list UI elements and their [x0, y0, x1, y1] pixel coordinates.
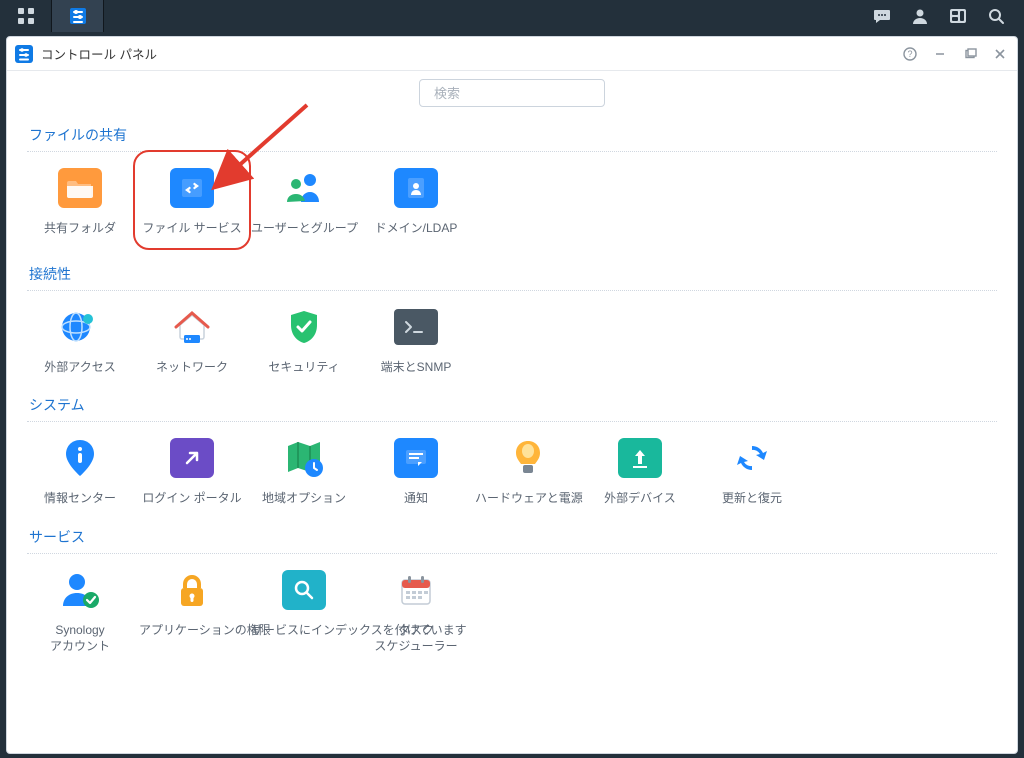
users-icon: [281, 168, 327, 208]
search-input[interactable]: [434, 86, 610, 101]
item-terminal-snmp[interactable]: 端末とSNMP: [363, 299, 469, 375]
grid-services: Synology アカウント アプリケーションの権限 サービスにインデックスを付…: [27, 554, 997, 666]
item-label: 情報センター: [27, 490, 133, 506]
section-file-sharing: ファイルの共有: [27, 117, 997, 152]
taskbar-tray: [872, 0, 1024, 32]
external-link-icon: [181, 447, 203, 469]
window-titlebar: コントロール パネル ?: [7, 37, 1017, 71]
info-pin-icon: [60, 436, 100, 480]
grid-icon: [16, 6, 36, 26]
taskbar-controlpanel-button[interactable]: [52, 0, 104, 32]
item-label: ドメイン/LDAP: [363, 220, 469, 236]
refresh-icon: [732, 438, 772, 478]
item-indexing-service[interactable]: サービスにインデックスを付けています: [251, 562, 357, 654]
search-icon[interactable]: [986, 6, 1006, 26]
item-app-privileges[interactable]: アプリケーションの権限: [139, 562, 245, 654]
item-regional-options[interactable]: 地域オプション: [251, 430, 357, 506]
calendar-icon: [396, 570, 436, 610]
lock-icon: [175, 570, 209, 610]
home-network-icon: [170, 307, 214, 347]
item-external-devices[interactable]: 外部デバイス: [587, 430, 693, 506]
control-panel-window: コントロール パネル ? ファイルの共有 共有フォルダ ファイル サービス: [6, 36, 1018, 754]
globe-icon: [58, 307, 102, 347]
item-label: ログイン ポータル: [139, 490, 245, 506]
taskbar: [0, 0, 1024, 32]
file-transfer-icon: [180, 177, 204, 199]
bulb-icon: [511, 437, 545, 479]
controlpanel-icon: [15, 45, 33, 63]
grid-connectivity: 外部アクセス ネットワーク セキュリティ 端末とSNMP: [27, 291, 997, 387]
section-system: システム: [27, 387, 997, 422]
item-label: 外部アクセス: [27, 359, 133, 375]
item-label: ファイル サービス: [139, 220, 245, 236]
item-label: 共有フォルダ: [27, 220, 133, 236]
item-label: 外部デバイス: [587, 490, 693, 506]
item-label: ネットワーク: [139, 359, 245, 375]
item-update-restore[interactable]: 更新と復元: [699, 430, 805, 506]
grid-system: 情報センター ログイン ポータル 地域オプション 通知 ハードウェアと電源 外部…: [27, 422, 997, 518]
item-login-portal[interactable]: ログイン ポータル: [139, 430, 245, 506]
addressbook-icon: [406, 176, 426, 200]
item-label: 端末とSNMP: [363, 359, 469, 375]
item-security[interactable]: セキュリティ: [251, 299, 357, 375]
item-label: Synology アカウント: [27, 622, 133, 654]
chat-icon[interactable]: [872, 6, 892, 26]
upload-icon: [629, 446, 651, 470]
item-label: タスク スケジューラー: [363, 622, 469, 654]
item-info-center[interactable]: 情報センター: [27, 430, 133, 506]
item-label: ユーザーとグループ: [251, 220, 357, 236]
search-box[interactable]: [419, 79, 605, 107]
section-connectivity: 接続性: [27, 256, 997, 291]
magnifier-icon: [293, 579, 315, 601]
section-services: サービス: [27, 519, 997, 554]
user-icon[interactable]: [910, 6, 930, 26]
widgets-icon[interactable]: [948, 6, 968, 26]
folder-icon: [67, 177, 93, 199]
svg-text:?: ?: [907, 49, 912, 59]
map-clock-icon: [282, 438, 326, 478]
item-label: 通知: [363, 490, 469, 506]
item-task-scheduler[interactable]: タスク スケジューラー: [363, 562, 469, 654]
item-label: アプリケーションの権限: [139, 622, 245, 638]
item-label: ハードウェアと電源: [475, 490, 581, 506]
item-shared-folder[interactable]: 共有フォルダ: [27, 160, 133, 244]
item-hardware-power[interactable]: ハードウェアと電源: [475, 430, 581, 506]
taskbar-apps-button[interactable]: [0, 0, 52, 32]
sliders-icon: [68, 6, 88, 26]
maximize-icon[interactable]: [963, 47, 977, 61]
minimize-icon[interactable]: [933, 47, 947, 61]
terminal-icon: [402, 317, 430, 337]
shield-icon: [285, 307, 323, 347]
grid-file-sharing: 共有フォルダ ファイル サービス ユーザーとグループ ドメイン/LDAP: [27, 152, 997, 256]
message-icon: [404, 448, 428, 468]
item-label: サービスにインデックスを付けています: [251, 622, 357, 638]
user-check-icon: [59, 570, 101, 610]
close-icon[interactable]: [993, 47, 1007, 61]
item-network[interactable]: ネットワーク: [139, 299, 245, 375]
item-synology-account[interactable]: Synology アカウント: [27, 562, 133, 654]
search-row: [7, 71, 1017, 113]
item-notification[interactable]: 通知: [363, 430, 469, 506]
content: ファイルの共有 共有フォルダ ファイル サービス ユーザーとグループ ドメイン/…: [7, 113, 1017, 666]
item-domain-ldap[interactable]: ドメイン/LDAP: [363, 160, 469, 244]
item-label: セキュリティ: [251, 359, 357, 375]
item-label: 地域オプション: [251, 490, 357, 506]
item-file-services[interactable]: ファイル サービス: [139, 156, 245, 244]
item-label: 更新と復元: [699, 490, 805, 506]
item-user-group[interactable]: ユーザーとグループ: [251, 160, 357, 244]
window-title: コントロール パネル: [41, 44, 157, 63]
item-external-access[interactable]: 外部アクセス: [27, 299, 133, 375]
help-icon[interactable]: ?: [903, 47, 917, 61]
